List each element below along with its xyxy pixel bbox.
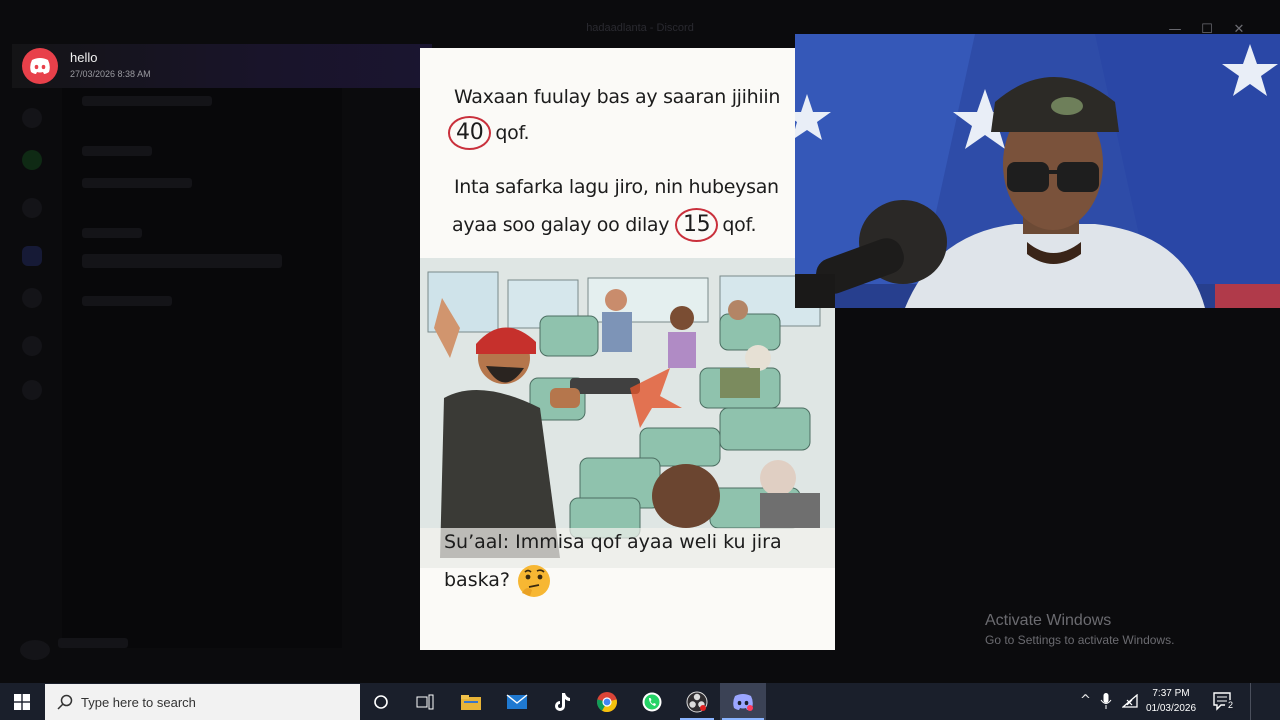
- activate-windows-watermark: Activate Windows Go to Settings to activ…: [985, 612, 1174, 647]
- channel-item[interactable]: [82, 296, 172, 306]
- notification-title: hello: [70, 50, 98, 65]
- obs-icon[interactable]: [678, 687, 716, 717]
- taskbar-search[interactable]: Type here to search: [45, 684, 360, 720]
- search-placeholder: Type here to search: [81, 695, 196, 710]
- server-icon[interactable]: [22, 380, 42, 400]
- post-line-2: qof.: [495, 122, 530, 144]
- username: [58, 638, 128, 648]
- watermark-subtitle: Go to Settings to activate Windows.: [985, 633, 1175, 647]
- desktop-screen: hadaadlanta - Discord — ☐ ✕ hello 27/03/…: [0, 0, 1280, 720]
- circled-number-40: 40: [448, 116, 492, 150]
- post-line-3: Inta safarka lagu jiro, nin hubeysan: [454, 176, 779, 198]
- server-icon[interactable]: [22, 108, 42, 128]
- taskbar: Type here to search ^ 7:37 PM 01/03/2026…: [0, 683, 1280, 720]
- cortana-icon[interactable]: [362, 687, 400, 717]
- system-clock[interactable]: 7:37 PM 01/03/2026: [1140, 686, 1202, 716]
- thinking-face-icon: [518, 564, 551, 597]
- chevron-up-icon[interactable]: ^: [1080, 693, 1091, 708]
- channel-item[interactable]: [82, 178, 192, 188]
- discord-icon: [22, 48, 58, 84]
- action-center-button[interactable]: 2: [1212, 691, 1236, 711]
- webcam-overlay: [795, 34, 1280, 308]
- chrome-icon[interactable]: [588, 687, 626, 717]
- question-line-2: baska?: [444, 569, 510, 591]
- server-icon[interactable]: [22, 150, 42, 170]
- channel-item[interactable]: [82, 146, 152, 156]
- watermark-title: Activate Windows: [985, 612, 1112, 629]
- channel-list: [62, 88, 342, 648]
- discord-icon[interactable]: [724, 687, 762, 717]
- microphone-icon[interactable]: [1100, 693, 1112, 709]
- server-sidebar: [0, 88, 62, 678]
- post-image: Waxaan fuulay bas ay saaran jjihiin 40 qo…: [420, 48, 835, 650]
- windows-logo-icon: [14, 693, 30, 710]
- server-name: [82, 96, 212, 106]
- notification-toast[interactable]: hello 27/03/2026 8:38 AM: [12, 44, 432, 88]
- notification-count: 2: [1225, 700, 1236, 711]
- window-title: hadaadlanta - Discord: [586, 22, 694, 34]
- whatsapp-icon[interactable]: [633, 687, 671, 717]
- question-line-1: Su’aal: Immisa qof ayaa weli ku jira: [444, 531, 782, 553]
- post-question: Su’aal: Immisa qof ayaa weli ku jira bas…: [444, 523, 824, 599]
- post-line-1: Waxaan fuulay bas ay saaran jjihiin: [454, 86, 781, 108]
- search-icon: [57, 694, 73, 710]
- server-icon[interactable]: [22, 288, 42, 308]
- clock-date: 01/03/2026: [1145, 703, 1197, 714]
- task-view-icon[interactable]: [406, 687, 444, 717]
- notification-time: 27/03/2026 8:38 AM: [70, 69, 151, 79]
- channel-category: [82, 228, 142, 238]
- clock-time: 7:37 PM: [1152, 688, 1190, 699]
- show-desktop-button[interactable]: [1250, 683, 1254, 720]
- channel-item[interactable]: [82, 254, 282, 268]
- circled-number-15: 15: [674, 208, 719, 242]
- file-explorer-icon[interactable]: [452, 687, 490, 717]
- network-icon[interactable]: [1122, 694, 1138, 708]
- avatar[interactable]: [20, 640, 50, 660]
- bus-illustration: [420, 258, 835, 568]
- post-line-4: ayaa soo galay oo dilay: [452, 214, 670, 236]
- server-icon[interactable]: [22, 336, 42, 356]
- tiktok-icon[interactable]: [543, 687, 581, 717]
- server-icon[interactable]: [22, 246, 42, 266]
- start-button[interactable]: [0, 683, 44, 720]
- webcam-feed: [795, 34, 1280, 308]
- server-icon[interactable]: [22, 198, 42, 218]
- post-line-4-suffix: qof.: [722, 214, 757, 236]
- mail-icon[interactable]: [498, 687, 536, 717]
